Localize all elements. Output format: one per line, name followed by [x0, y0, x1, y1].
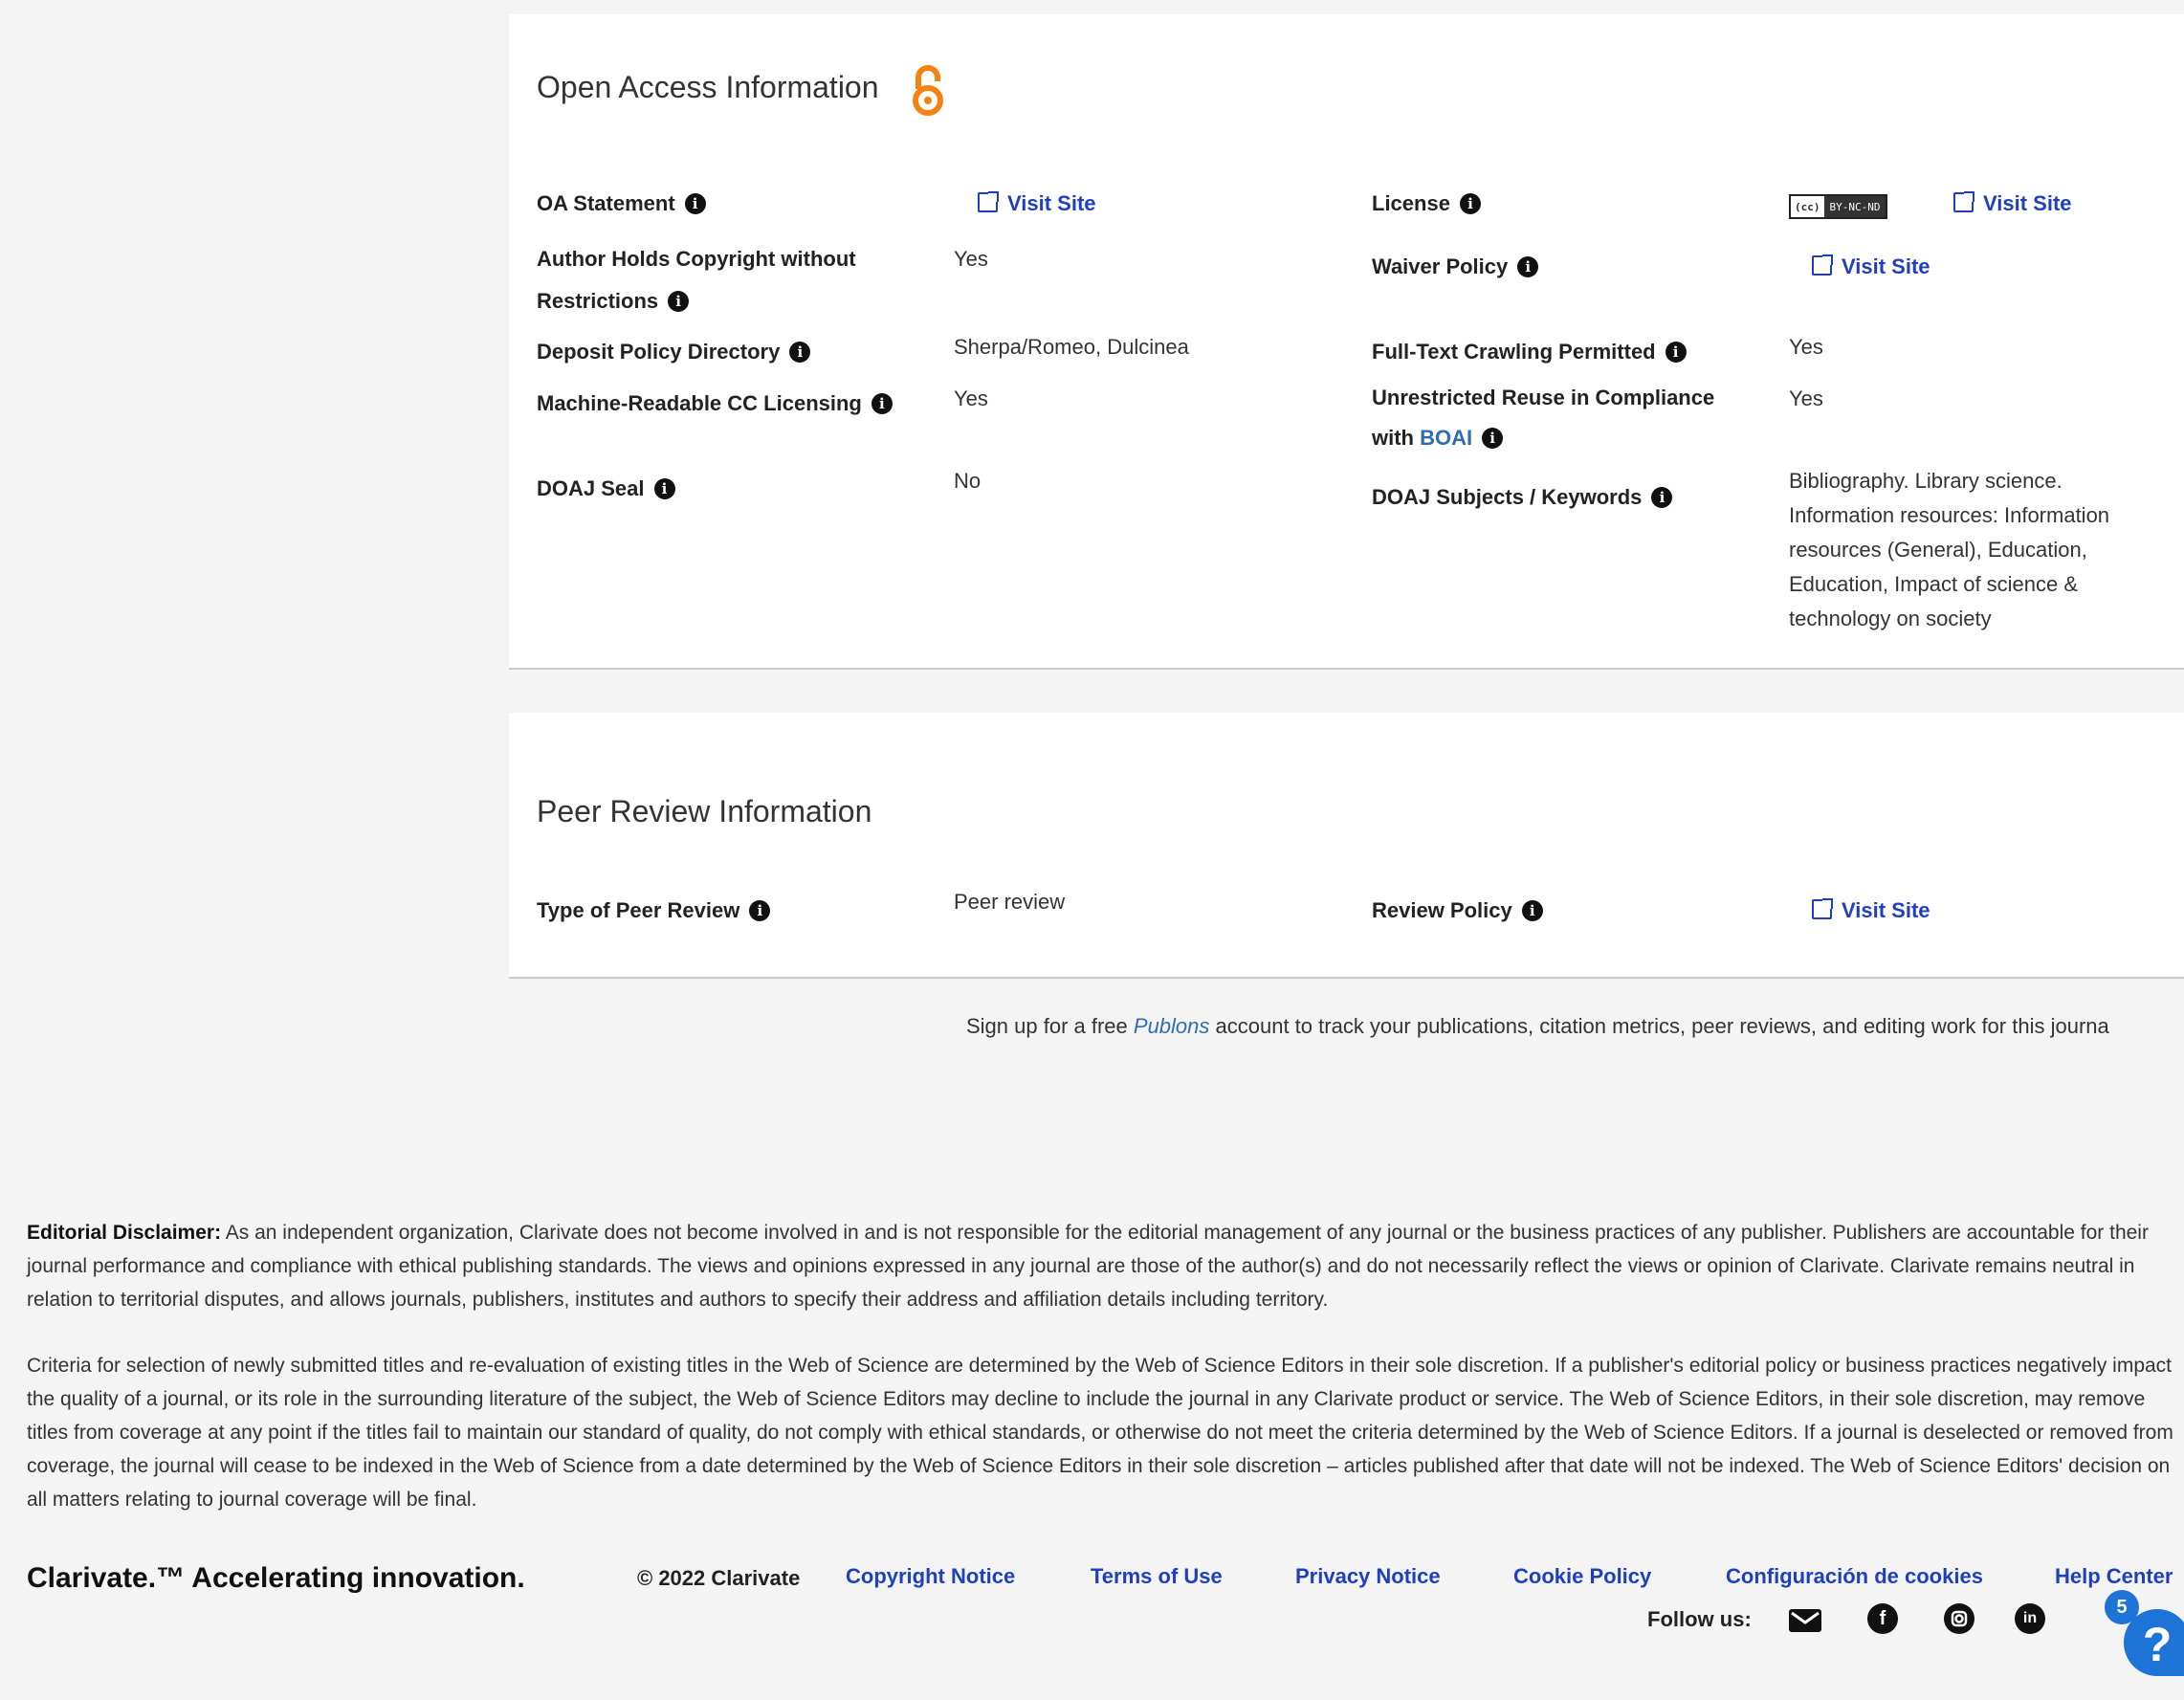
peer-review-card: Peer Review Information Type of Peer Rev… [509, 713, 2184, 979]
doaj-subjects-value: Bibliography. Library science. Informati… [1789, 464, 2184, 636]
subject-line: Education, Impact of science & [1789, 572, 2079, 596]
oa-statement-visit-site-link[interactable]: Visit Site [978, 187, 1096, 221]
footer-copyright-notice-link[interactable]: Copyright Notice [846, 1564, 1015, 1589]
oa-statement-label: OA Statement i [537, 183, 706, 225]
footer-terms-link[interactable]: Terms of Use [1091, 1564, 1223, 1589]
license-terms: BY-NC-ND [1823, 196, 1886, 217]
peer-review-type-label: Type of Peer Review i [537, 890, 771, 932]
footer-privacy-link[interactable]: Privacy Notice [1295, 1564, 1441, 1589]
info-icon[interactable]: i [684, 193, 706, 214]
criteria-paragraph: Criteria for selection of newly submitte… [27, 1355, 2173, 1511]
instagram-icon[interactable] [1944, 1603, 1974, 1634]
subject-line: Information resources: Information [1789, 503, 2110, 527]
footer-cookie-settings-link[interactable]: Configuración de cookies [1726, 1564, 1983, 1589]
author-copyright-value: Yes [954, 247, 988, 271]
info-icon[interactable]: i [1482, 428, 1504, 449]
deposit-policy-value: Sherpa/Romeo, Dulcinea [954, 335, 1189, 359]
info-icon[interactable]: i [668, 291, 690, 312]
machine-readable-label: Machine-Readable CC Licensing i [537, 383, 893, 425]
review-policy-visit-site-link[interactable]: Visit Site [1812, 894, 1930, 928]
open-access-card: Open Access Information OA Statement i Au… [509, 14, 2184, 670]
external-link-icon [978, 191, 999, 212]
external-link-icon [1953, 191, 1974, 212]
info-icon[interactable]: i [1665, 342, 1687, 363]
publons-signup-text: Sign up for a free Publons account to tr… [966, 1014, 2109, 1039]
waiver-visit-site-link[interactable]: Visit Site [1812, 250, 1930, 284]
license-label: License i [1372, 183, 1481, 225]
peer-review-title: Peer Review Information [537, 794, 872, 828]
author-copyright-label-cont: Restrictions i [537, 280, 690, 322]
linkedin-icon[interactable]: in [2015, 1603, 2045, 1634]
doaj-seal-label: DOAJ Seal i [537, 468, 675, 510]
disclaimer-text: As an independent organization, Clarivat… [27, 1222, 2149, 1311]
license-badge: (cc) BY-NC-ND [1789, 194, 1888, 219]
doaj-seal-value: No [954, 469, 982, 493]
info-icon[interactable]: i [1521, 900, 1543, 921]
footer-cookie-policy-link[interactable]: Cookie Policy [1513, 1564, 1651, 1589]
external-link-icon [1812, 898, 1833, 919]
doaj-subjects-label: DOAJ Subjects / Keywords i [1372, 476, 1673, 519]
reuse-value: Yes [1789, 386, 1823, 410]
info-icon[interactable]: i [871, 393, 893, 414]
author-copyright-label: Author Holds Copyright without [537, 247, 856, 271]
footer-brand: Clarivate.™ Accelerating innovation. [27, 1562, 525, 1594]
publons-link[interactable]: Publons [1134, 1014, 1210, 1038]
info-icon[interactable]: i [1651, 487, 1673, 508]
info-icon[interactable]: i [653, 478, 675, 499]
open-access-lock-icon [913, 65, 943, 116]
license-visit-site-link[interactable]: Visit Site [1953, 187, 2072, 221]
crawling-label: Full-Text Crawling Permitted i [1372, 331, 1687, 373]
info-icon[interactable]: i [1459, 193, 1481, 214]
open-access-title: Open Access Information [537, 70, 879, 104]
machine-readable-value: Yes [954, 386, 988, 410]
subject-line: Bibliography. Library science. [1789, 469, 2063, 493]
waiver-policy-label: Waiver Policy i [1372, 246, 1539, 288]
publons-text-before: Sign up for a free [966, 1014, 1134, 1038]
external-link-icon [1812, 254, 1833, 276]
info-icon[interactable]: i [749, 900, 771, 921]
crawling-value: Yes [1789, 335, 1823, 359]
deposit-policy-label: Deposit Policy Directory i [537, 331, 811, 373]
follow-us-label: Follow us: [1647, 1607, 1752, 1631]
reuse-label: Unrestricted Reuse in Compliance [1372, 386, 1715, 409]
email-icon[interactable] [1789, 1609, 1821, 1632]
footer-help-center-link[interactable]: Help Center [2055, 1564, 2173, 1589]
cc-mark: (cc) [1795, 200, 1820, 213]
reuse-label-cont: with BOAI i [1372, 417, 1504, 459]
peer-review-type-value: Peer review [954, 890, 1066, 914]
help-widget[interactable]: 5 ? [2105, 1590, 2184, 1700]
publons-text-after: account to track your publications, cita… [1209, 1014, 2109, 1038]
editorial-disclaimer: Editorial Disclaimer: As an independent … [27, 1216, 2184, 1316]
boai-link[interactable]: BOAI [1420, 426, 1472, 450]
facebook-icon[interactable]: f [1867, 1603, 1898, 1634]
subject-line: resources (General), Education, [1789, 538, 2087, 562]
info-icon[interactable]: i [789, 342, 811, 363]
info-icon[interactable]: i [1517, 256, 1539, 277]
help-icon[interactable]: ? [2124, 1609, 2184, 1676]
footer-copyright: © 2022 Clarivate [637, 1566, 801, 1590]
review-policy-label: Review Policy i [1372, 890, 1543, 932]
disclaimer-heading: Editorial Disclaimer: [27, 1222, 222, 1244]
subject-line: technology on society [1789, 607, 1992, 630]
